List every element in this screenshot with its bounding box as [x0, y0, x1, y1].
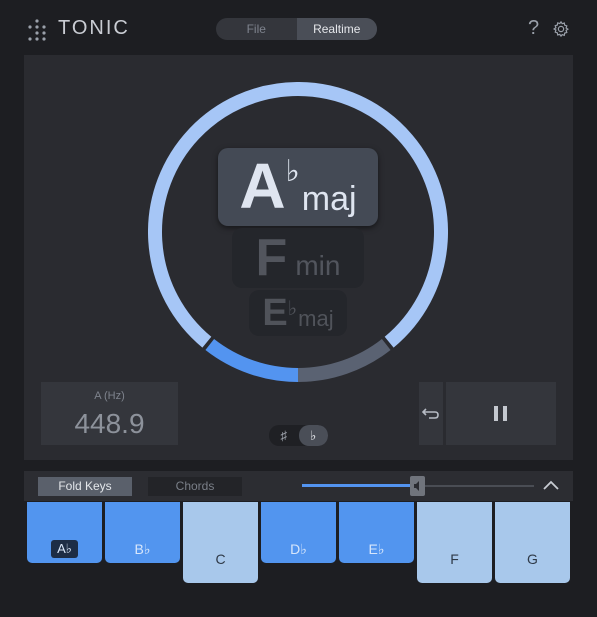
- undo-button[interactable]: [419, 382, 443, 445]
- volume-slider-fill: [302, 484, 417, 487]
- tab-file[interactable]: File: [216, 18, 297, 40]
- pause-button[interactable]: [446, 382, 556, 445]
- tab-realtime[interactable]: Realtime: [296, 18, 377, 40]
- key-result-secondary: F min: [232, 228, 364, 288]
- fold-keys-button[interactable]: Fold Keys: [38, 477, 132, 496]
- chevron-up-icon[interactable]: [542, 478, 560, 492]
- flat-button[interactable]: ♭: [298, 425, 328, 446]
- volume-slider-thumb[interactable]: [410, 476, 425, 496]
- key-letter: E: [262, 292, 288, 334]
- key-label: C: [215, 551, 226, 567]
- key-label: B♭: [134, 541, 151, 557]
- help-button[interactable]: ?: [528, 17, 539, 40]
- confidence-ring-track: [297, 338, 391, 382]
- piano-key-g[interactable]: G: [495, 502, 570, 583]
- piano-key-b-flat[interactable]: B♭: [105, 502, 180, 563]
- piano-key-c[interactable]: C: [183, 502, 258, 583]
- piano-key-f[interactable]: F: [417, 502, 492, 583]
- key-accidental: ♭: [287, 298, 298, 320]
- app-title: TONIC: [58, 17, 130, 39]
- piano-key-e-flat[interactable]: E♭: [339, 502, 414, 563]
- piano-key-d-flat[interactable]: D♭: [261, 502, 336, 563]
- key-label: D♭: [290, 541, 307, 557]
- confidence-ring-accent: [205, 338, 299, 382]
- piano-key-a-flat[interactable]: A♭: [27, 502, 102, 563]
- key-label: A♭: [51, 540, 78, 558]
- tonic-logo-icon: [28, 19, 46, 41]
- key-label: G: [527, 551, 538, 567]
- pause-icon: [494, 406, 507, 421]
- accidental-toggle: ♯ ♭: [269, 425, 328, 446]
- chords-button[interactable]: Chords: [148, 477, 242, 496]
- key-label: F: [450, 551, 459, 567]
- mode-toggle: File Realtime: [216, 18, 377, 40]
- key-accidental: ♭: [285, 155, 300, 188]
- key-result-tertiary: E ♭ maj: [249, 290, 347, 336]
- reference-pitch-value[interactable]: 448.9: [41, 408, 178, 440]
- key-quality: min: [295, 250, 341, 281]
- key-letter: F: [255, 229, 288, 287]
- key-quality: maj: [301, 180, 357, 218]
- sharp-button[interactable]: ♯: [269, 425, 299, 446]
- key-result-primary: A ♭ maj: [218, 148, 378, 226]
- key-label: E♭: [368, 541, 385, 557]
- speaker-icon: [414, 481, 419, 491]
- undo-icon: [421, 408, 439, 419]
- reference-pitch-label: A (Hz): [94, 390, 125, 402]
- gear-icon[interactable]: [552, 20, 570, 38]
- key-quality: maj: [298, 306, 334, 331]
- key-letter: A: [239, 150, 286, 222]
